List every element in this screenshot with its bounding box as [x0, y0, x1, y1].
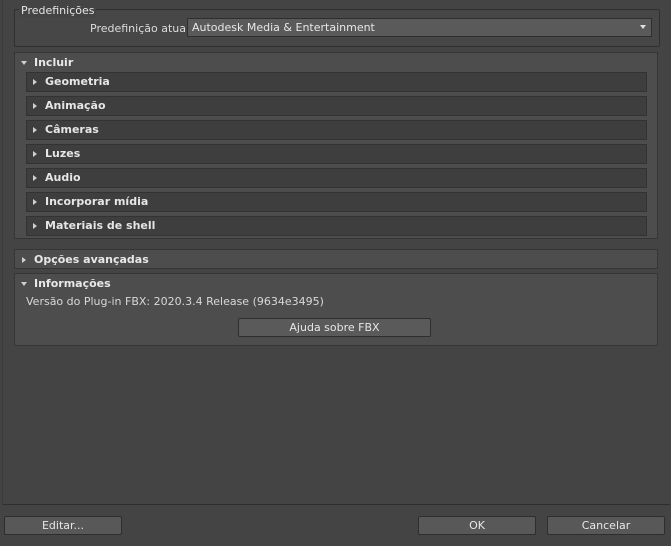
collapsed-triangle-icon [33, 223, 37, 229]
collapsed-triangle-icon [33, 151, 37, 157]
expanded-triangle-icon [21, 282, 27, 286]
current-preset-dropdown[interactable]: Autodesk Media & Entertainment [187, 18, 652, 37]
rollout-advanced-header[interactable]: Opções avançadas [15, 250, 657, 270]
rollout-advanced-options[interactable]: Opções avançadas [14, 249, 658, 269]
ok-button[interactable]: OK [418, 516, 536, 535]
fbx-plugin-version: Versão do Plug-in FBX: 2020.3.4 Release … [26, 295, 324, 308]
rollout-information-header[interactable]: Informações [15, 274, 657, 294]
sub-rollout-label: Animação [45, 99, 106, 112]
presets-group: Predefinições Predefinição atual: Autode… [14, 4, 660, 47]
rollout-advanced-title: Opções avançadas [34, 253, 149, 266]
cancel-button[interactable]: Cancelar [547, 516, 665, 535]
current-preset-label: Predefinição atual: [90, 22, 193, 35]
collapsed-triangle-icon [33, 103, 37, 109]
edit-button[interactable]: Editar... [4, 516, 122, 535]
sub-rollout-geometry[interactable]: Geometria [26, 72, 647, 92]
sub-rollout-shell-materials[interactable]: Materiais de shell [26, 216, 647, 236]
sub-rollout-label: Incorporar mídia [45, 195, 149, 208]
collapsed-triangle-icon [33, 79, 37, 85]
rollout-information: Informações Versão do Plug-in FBX: 2020.… [14, 273, 658, 346]
presets-group-title: Predefinições [19, 4, 97, 17]
sub-rollout-audio[interactable]: Audio [26, 168, 647, 188]
current-preset-value: Autodesk Media & Entertainment [192, 21, 375, 34]
collapsed-triangle-icon [33, 199, 37, 205]
rollout-include: Incluir Geometria Animação Câmeras Luzes… [14, 52, 658, 239]
expanded-triangle-icon [21, 61, 27, 65]
sub-rollout-label: Geometria [45, 75, 110, 88]
rollout-include-title: Incluir [34, 56, 74, 69]
chevron-down-icon [640, 25, 646, 29]
fbx-help-button[interactable]: Ajuda sobre FBX [238, 318, 431, 337]
collapsed-triangle-icon [33, 175, 37, 181]
sub-rollout-embed-media[interactable]: Incorporar mídia [26, 192, 647, 212]
sub-rollout-animation[interactable]: Animação [26, 96, 647, 116]
collapsed-triangle-icon [22, 257, 26, 263]
options-scroll-area: Predefinições Predefinição atual: Autode… [2, 0, 670, 505]
rollout-information-title: Informações [34, 277, 111, 290]
rollout-include-header[interactable]: Incluir [15, 53, 657, 73]
sub-rollout-label: Audio [45, 171, 81, 184]
sub-rollout-lights[interactable]: Luzes [26, 144, 647, 164]
sub-rollout-label: Luzes [45, 147, 81, 160]
sub-rollout-label: Câmeras [45, 123, 99, 136]
fbx-export-dialog: Predefinições Predefinição atual: Autode… [0, 0, 671, 546]
collapsed-triangle-icon [33, 127, 37, 133]
sub-rollout-cameras[interactable]: Câmeras [26, 120, 647, 140]
sub-rollout-label: Materiais de shell [45, 219, 156, 232]
